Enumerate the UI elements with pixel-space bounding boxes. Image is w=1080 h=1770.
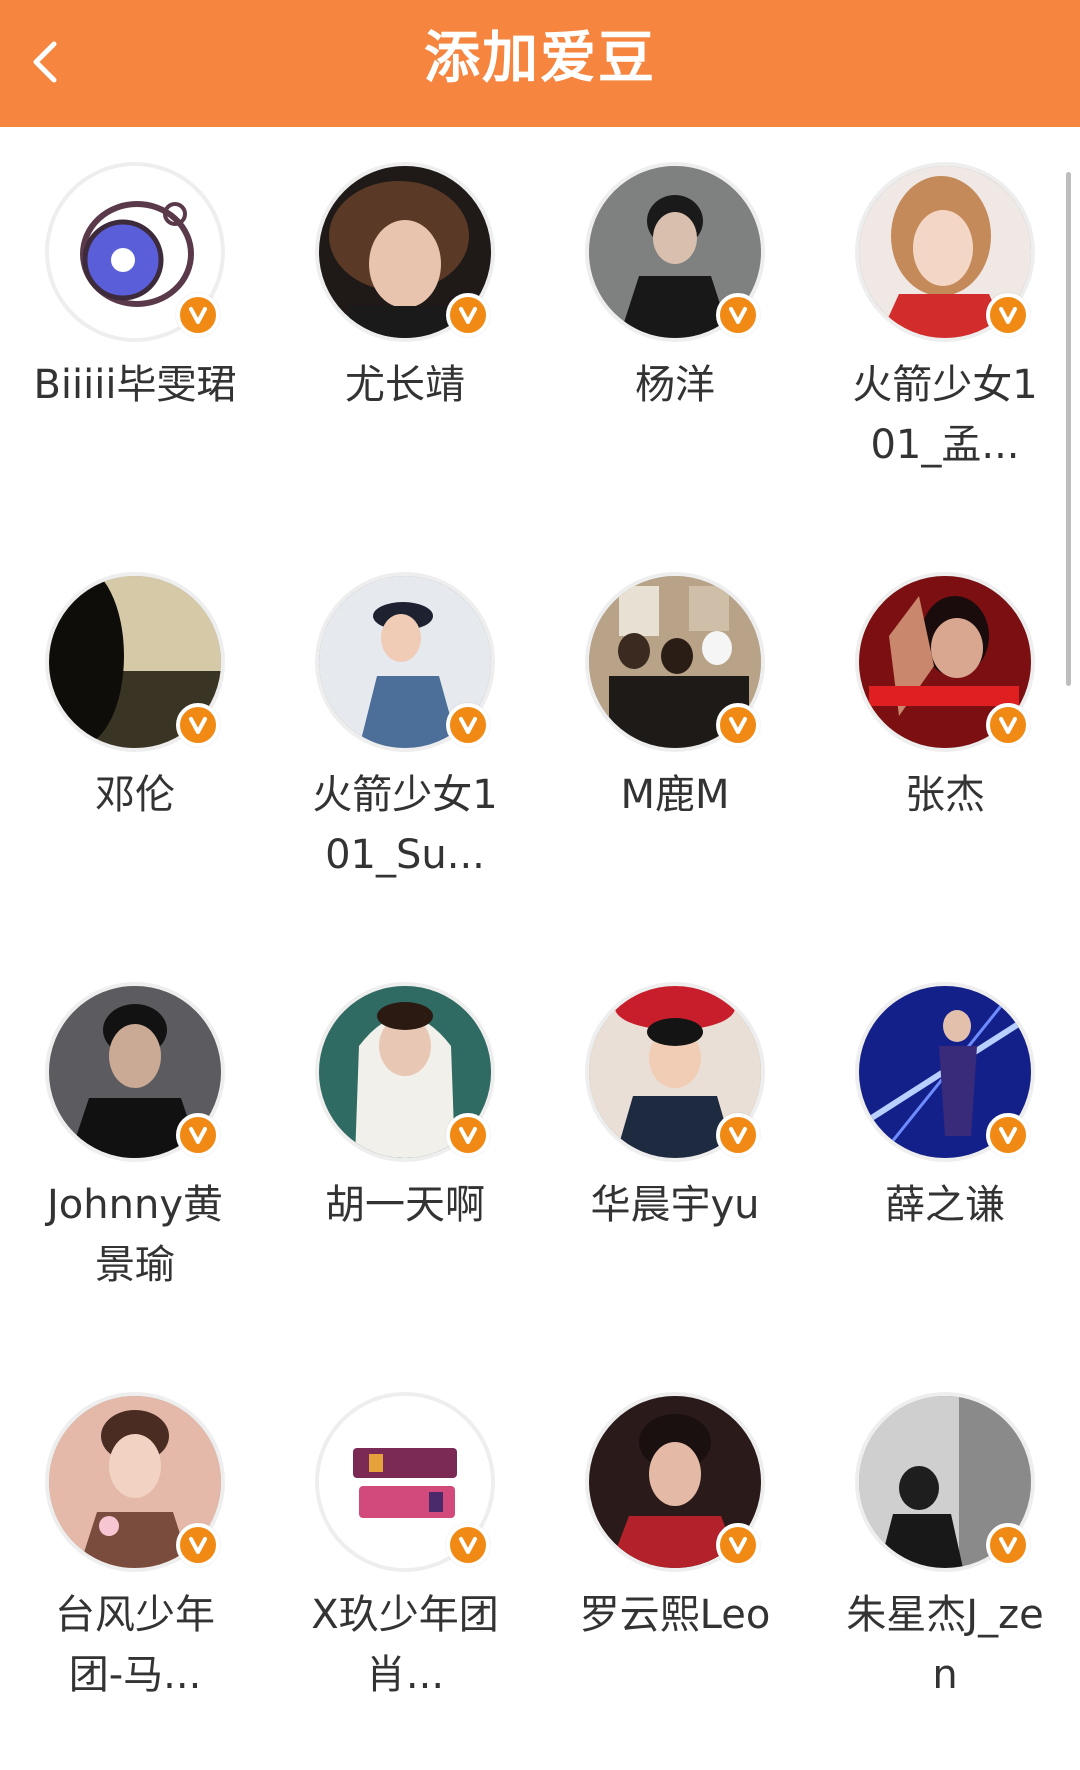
idol-card[interactable]: 杨洋 — [540, 127, 810, 527]
verified-badge-icon — [176, 293, 220, 337]
idol-card[interactable]: 朱星杰J_zen — [810, 1357, 1080, 1757]
verified-badge-icon — [176, 1113, 220, 1157]
verified-badge-icon — [716, 703, 760, 747]
scrollbar[interactable] — [1066, 172, 1071, 686]
idol-name: 胡一天啊 — [325, 1182, 485, 1228]
idol-card[interactable]: Biiiii毕雯珺 — [0, 127, 270, 527]
idol-name: 张杰 — [905, 772, 985, 818]
idol-card[interactable]: 胡一天啊 — [270, 947, 540, 1347]
top-bar: 添加爱豆 — [0, 0, 1080, 127]
idol-card[interactable]: 火箭少女101_Su... — [270, 537, 540, 937]
verified-badge-icon — [446, 703, 490, 747]
idol-card[interactable]: 火箭少女101_孟... — [810, 127, 1080, 527]
idol-card[interactable]: X玖少年团肖... — [270, 1357, 540, 1757]
verified-badge-icon — [446, 1113, 490, 1157]
idol-name: 尤长靖 — [345, 362, 465, 408]
idol-grid: Biiiii毕雯珺 尤长靖 杨洋 火箭少女101_孟... 邓伦 火箭少女101… — [0, 127, 1080, 1770]
verified-badge-icon — [446, 1523, 490, 1567]
idol-card[interactable]: 华晨宇yu — [540, 947, 810, 1347]
idol-card[interactable]: 台风少年团-马... — [0, 1357, 270, 1757]
idol-name: 华晨宇yu — [590, 1182, 760, 1228]
idol-card[interactable]: Johnny黄景瑜 — [0, 947, 270, 1347]
verified-badge-icon — [446, 293, 490, 337]
verified-badge-icon — [986, 293, 1030, 337]
verified-badge-icon — [716, 293, 760, 337]
verified-badge-icon — [986, 1113, 1030, 1157]
verified-badge-icon — [176, 703, 220, 747]
idol-card[interactable]: 尤长靖 — [270, 127, 540, 527]
idol-card[interactable]: 邓伦 — [0, 537, 270, 937]
idol-name: 火箭少女101_Su... — [312, 772, 498, 878]
verified-badge-icon — [716, 1523, 760, 1567]
verified-badge-icon — [986, 703, 1030, 747]
verified-badge-icon — [986, 1523, 1030, 1567]
idol-card[interactable]: 薛之谦 — [810, 947, 1080, 1347]
idol-name: 薛之谦 — [885, 1182, 1005, 1228]
idol-name: Biiiii毕雯珺 — [33, 362, 237, 408]
idol-name: 杨洋 — [635, 362, 715, 408]
idol-card[interactable]: 罗云熙Leo — [540, 1357, 810, 1757]
idol-name: 火箭少女101_孟... — [852, 362, 1038, 468]
idol-card[interactable]: 张杰 — [810, 537, 1080, 937]
idol-name: 邓伦 — [95, 772, 175, 818]
verified-badge-icon — [176, 1523, 220, 1567]
idol-name: Johnny黄景瑜 — [47, 1182, 223, 1288]
idol-name: M鹿M — [620, 772, 730, 818]
verified-badge-icon — [716, 1113, 760, 1157]
idol-name: 朱星杰J_zen — [846, 1592, 1044, 1698]
idol-name: 台风少年团-马... — [55, 1592, 215, 1698]
idol-card[interactable]: M鹿M — [540, 537, 810, 937]
idol-name: 罗云熙Leo — [579, 1592, 771, 1638]
page-title: 添加爱豆 — [424, 26, 656, 91]
idol-name: X玖少年团肖... — [311, 1592, 499, 1698]
